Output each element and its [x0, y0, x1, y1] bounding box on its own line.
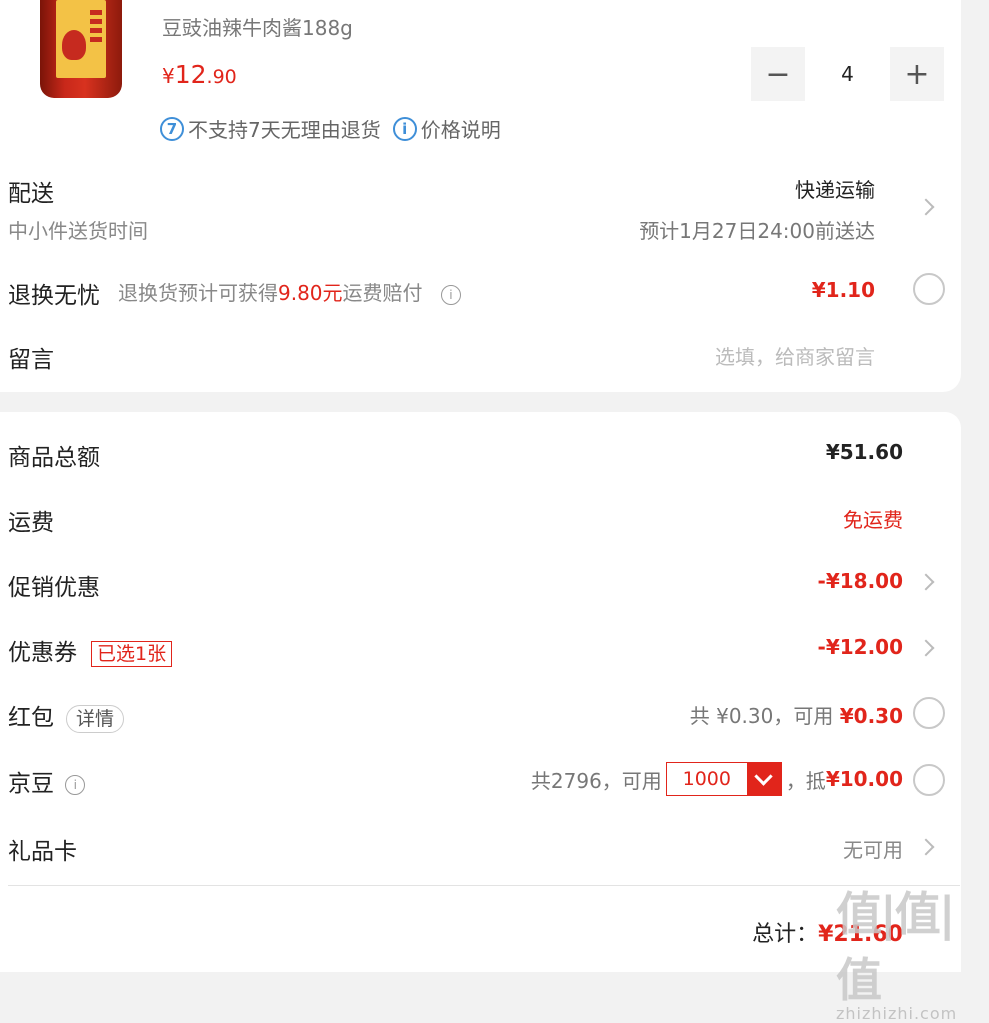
return-worry-free-price: ¥1.10	[811, 278, 875, 302]
promo-label: 促销优惠	[8, 575, 100, 601]
message-label: 留言	[8, 347, 54, 373]
price-summary-card	[0, 412, 961, 972]
shipping-value: 免运费	[843, 508, 903, 532]
shipping-label: 运费	[8, 510, 54, 536]
return-worry-free-radio[interactable]	[913, 273, 945, 305]
jingdou-value: 共2796，可用 1000 ，抵 ¥10.00	[531, 762, 903, 796]
goods-total-label: 商品总额	[8, 445, 100, 471]
redpacket-available: ¥0.30	[839, 704, 903, 728]
redpacket-value: 共 ¥0.30，可用 ¥0.30	[690, 700, 903, 729]
jingdou-amount-select[interactable]: 1000	[665, 762, 782, 796]
chevron-right-icon	[917, 198, 935, 216]
giftcard-label: 礼品卡	[8, 839, 77, 865]
message-input[interactable]: 选填，给商家留言	[715, 341, 875, 370]
coupon-tag: 已选1张	[91, 640, 173, 667]
no-return-icon: 7	[160, 116, 184, 141]
desc-amount: 9.80元	[278, 281, 343, 305]
return-worry-free-desc: 退换货预计可获得9.80元运费赔付 i	[118, 277, 461, 306]
info-icon[interactable]: i	[440, 284, 461, 305]
redpacket-total: 共 ¥0.30，可用	[689, 704, 840, 728]
quantity-value[interactable]: 4	[805, 47, 890, 101]
jingdou-amount: 1000	[682, 768, 731, 790]
delivery-method: 快递运输	[795, 178, 875, 202]
no-return-text: 不支持7天无理由退货	[188, 118, 381, 142]
product-price: ¥12.90	[162, 60, 237, 89]
price-explain-text: 价格说明	[420, 118, 501, 142]
order-item-card: 豆豉油辣牛肉酱188g ¥12.90 − 4 + 7 不支持7天无理由退货 i …	[0, 0, 961, 392]
promo-value: -¥18.00	[817, 569, 903, 593]
divider	[8, 885, 960, 886]
info-icon: i	[392, 116, 417, 141]
delivery-label: 配送	[8, 181, 54, 207]
price-currency: ¥	[162, 64, 175, 88]
jar-illustration	[40, 0, 122, 98]
info-icon[interactable]: i	[65, 774, 86, 795]
redpacket-label-group: 红包 详情	[8, 698, 125, 733]
product-image[interactable]	[10, 0, 135, 103]
redpacket-detail-button[interactable]: 详情	[66, 704, 125, 733]
delivery-sub-label: 中小件送货时间	[8, 219, 148, 243]
increase-button[interactable]: +	[890, 47, 944, 101]
product-policies: 7 不支持7天无理由退货 i 价格说明	[160, 114, 501, 143]
quantity-stepper: − 4 +	[751, 47, 944, 101]
desc-suffix: 运费赔付	[342, 281, 423, 305]
giftcard-value: 无可用	[843, 838, 903, 862]
price-integer: 12	[174, 60, 207, 89]
chevron-down-icon	[746, 763, 781, 795]
total-label: 总计：	[752, 922, 819, 947]
jingdou-radio[interactable]	[913, 764, 945, 796]
goods-total-value: ¥51.60	[825, 440, 903, 464]
jingdou-total: 共2796，可用	[530, 768, 662, 793]
watermark-logo: 值|值|值 zhizhizhi.com	[836, 878, 986, 1023]
product-name[interactable]: 豆豉油辣牛肉酱188g	[162, 12, 353, 41]
jingdou-deduct: ¥10.00	[825, 767, 903, 791]
watermark-url: zhizhizhi.com	[836, 1004, 958, 1023]
jingdou-sep: ，抵	[785, 768, 826, 793]
minus-icon: −	[765, 56, 791, 92]
jingdou-label-group: 京豆 i	[8, 764, 86, 798]
redpacket-label: 红包	[8, 705, 54, 731]
price-decimal: .90	[206, 66, 237, 88]
price-explain-link[interactable]: i 价格说明	[392, 114, 501, 143]
plus-icon: +	[904, 56, 930, 92]
redpacket-radio[interactable]	[913, 697, 945, 729]
return-worry-free-label: 退换无忧	[8, 283, 100, 309]
coupon-value: -¥12.00	[817, 635, 903, 659]
decrease-button[interactable]: −	[751, 47, 805, 101]
watermark-text: 值|值|值	[836, 887, 956, 1007]
desc-prefix: 退换货预计可获得	[118, 281, 278, 305]
delivery-estimate: 预计1月27日24:00前送达	[639, 219, 875, 243]
coupon-label-group: 优惠券 已选1张	[8, 633, 173, 667]
jingdou-label: 京豆	[8, 771, 54, 797]
coupon-label: 优惠券	[8, 640, 77, 666]
